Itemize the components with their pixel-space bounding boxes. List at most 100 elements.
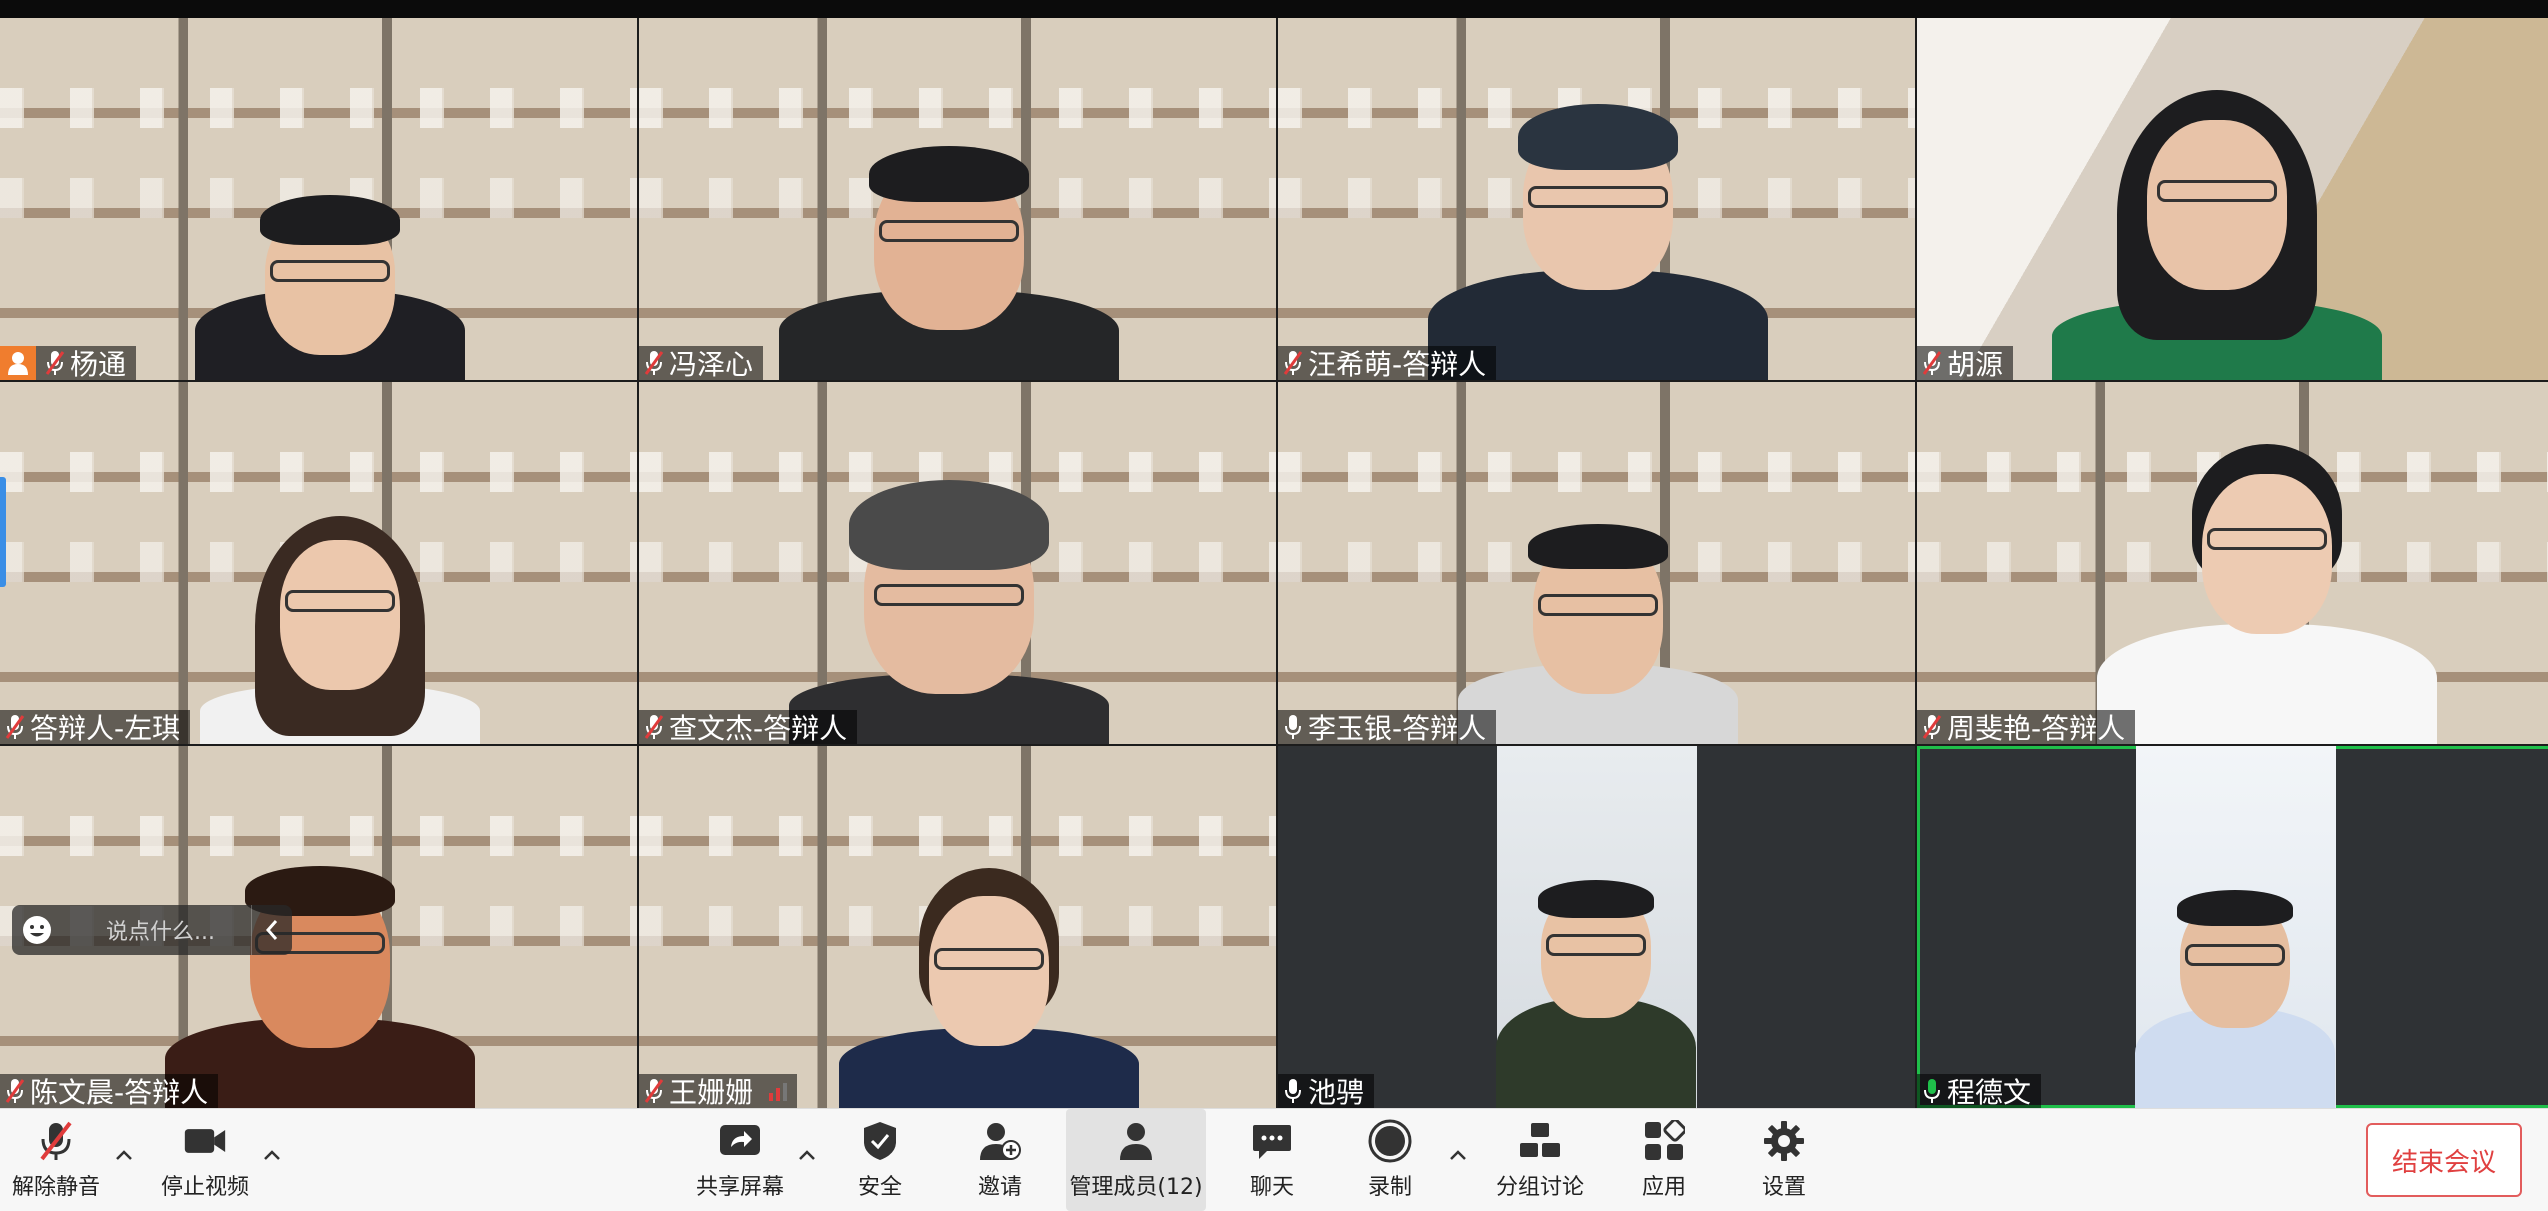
security-button[interactable]: 安全	[840, 1109, 920, 1211]
chat-label: 聊天	[1249, 1175, 1294, 1200]
participant-name-tag: 汪希萌-答辩人	[1278, 346, 1497, 380]
video-tile-zuo-qi[interactable]: 答辩人-左琪	[0, 382, 637, 744]
participant-name-tag: 陈文晨-答辩人	[0, 1074, 219, 1108]
apps-grid-icon	[1642, 1119, 1686, 1163]
video-tile-hu-yuan[interactable]: 胡源	[1917, 18, 2548, 380]
manage-members-button[interactable]: 管理成员(12)	[1066, 1109, 1206, 1211]
participant-name-tag: 胡源	[1917, 346, 2014, 380]
mic-icon	[1282, 1076, 1304, 1106]
weak-signal-icon	[769, 1081, 788, 1101]
stop-video-button[interactable]: 停止视频	[150, 1109, 260, 1211]
chevron-up-icon[interactable]	[112, 1143, 136, 1167]
share-screen-button[interactable]: 共享屏幕	[690, 1109, 790, 1211]
mic-muted-icon	[1921, 712, 1943, 742]
mic-icon	[1282, 712, 1304, 742]
apps-label: 应用	[1641, 1175, 1686, 1200]
meeting-toolbar: 解除静音 停止视频 共享屏幕 安全 邀请 管理成员(12) 聊天 录制 分组讨论…	[0, 1108, 2548, 1211]
participant-name-tag: 周斐艳-答辩人	[1917, 710, 2136, 744]
quick-chat-input[interactable]: 说点什么...	[12, 905, 292, 955]
mic-muted-icon	[643, 1076, 665, 1106]
settings-label: 设置	[1761, 1175, 1806, 1200]
chevron-up-icon[interactable]	[1446, 1143, 1470, 1167]
end-meeting-button[interactable]: 结束会议	[2366, 1123, 2522, 1197]
participant-name-tag: 冯泽心	[639, 346, 764, 380]
participant-name: 查文杰-答辩人	[669, 712, 848, 744]
video-tile-feng-zexin[interactable]: 冯泽心	[639, 18, 1276, 380]
participant-figure	[1418, 60, 1778, 380]
participant-figure	[2087, 424, 2447, 744]
breakout-rooms-button[interactable]: 分组讨论	[1490, 1109, 1590, 1211]
shelf-decoration	[0, 452, 637, 492]
mic-muted-icon	[34, 1119, 78, 1163]
mic-speaking-icon	[1921, 1076, 1943, 1106]
participant-figure	[2037, 50, 2397, 380]
chevron-left-icon[interactable]	[251, 905, 292, 955]
participant-name: 池骋	[1308, 1076, 1365, 1108]
manage-members-label: 管理成员(12)	[1069, 1175, 1203, 1200]
video-tile-wang-shanshan[interactable]: 王姗姗	[639, 746, 1276, 1108]
mic-muted-icon	[1282, 348, 1304, 378]
share-screen-icon	[718, 1119, 762, 1163]
chat-button[interactable]: 聊天	[1232, 1109, 1312, 1211]
video-tile-li-yuyin[interactable]: 李玉银-答辩人	[1278, 382, 1915, 744]
record-icon	[1368, 1119, 1412, 1163]
video-tile-chi-cheng[interactable]: 池骋	[1278, 746, 1915, 1108]
window-top-bar	[0, 0, 2548, 18]
chevron-up-icon[interactable]	[260, 1143, 284, 1167]
emoji-icon[interactable]	[12, 905, 62, 955]
invite-button[interactable]: 邀请	[960, 1109, 1040, 1211]
invite-label: 邀请	[977, 1175, 1022, 1200]
video-tile-zha-wenjie[interactable]: 查文杰-答辩人	[639, 382, 1276, 744]
record-label: 录制	[1367, 1175, 1412, 1200]
video-tile-yang-tong[interactable]: 杨通	[0, 18, 637, 380]
mic-muted-icon	[4, 712, 26, 742]
members-icon	[1114, 1119, 1158, 1163]
gear-icon	[1762, 1119, 1806, 1163]
mic-muted-icon	[643, 712, 665, 742]
participant-name: 汪希萌-答辩人	[1308, 348, 1487, 380]
participant-name-tag: 查文杰-答辩人	[639, 710, 858, 744]
participant-name-tag: 李玉银-答辩人	[1278, 710, 1497, 744]
apps-button[interactable]: 应用	[1624, 1109, 1704, 1211]
settings-button[interactable]: 设置	[1744, 1109, 1824, 1211]
video-gallery: 杨通 冯泽心 汪希萌-答辩人 胡源 答辩人-左琪 查文杰-答辩人 李玉银-答辩人…	[0, 18, 2548, 1108]
participant-figure	[180, 110, 480, 380]
participant-name: 李玉银-答辩人	[1308, 712, 1487, 744]
stop-video-label: 停止视频	[160, 1175, 249, 1200]
participant-figure	[1496, 838, 1696, 1108]
participant-name: 答辩人-左琪	[30, 712, 181, 744]
participant-name-tag: 程德文	[1917, 1074, 2042, 1108]
participant-name: 周斐艳-答辩人	[1947, 712, 2126, 744]
participant-name-tag: 答辩人-左琪	[0, 710, 191, 744]
host-icon	[0, 346, 36, 380]
participant-name-tag: 王姗姗	[639, 1074, 798, 1108]
participant-name: 陈文晨-答辩人	[30, 1076, 209, 1108]
participant-figure	[1448, 474, 1748, 744]
participant-name: 王姗姗	[669, 1076, 754, 1108]
video-tile-zhou-feiyan[interactable]: 周斐艳-答辩人	[1917, 382, 2548, 744]
breakout-rooms-label: 分组讨论	[1495, 1175, 1584, 1200]
video-camera-icon	[183, 1119, 227, 1163]
participant-figure	[829, 838, 1149, 1108]
chevron-up-icon[interactable]	[795, 1143, 819, 1167]
unmute-label: 解除静音	[11, 1175, 100, 1200]
audio-level-indicator	[0, 477, 6, 587]
video-tile-wang-ximeng[interactable]: 汪希萌-答辩人	[1278, 18, 1915, 380]
mic-muted-icon	[4, 1076, 26, 1106]
participant-name: 冯泽心	[669, 348, 754, 380]
shield-icon	[858, 1119, 902, 1163]
add-user-icon	[978, 1119, 1022, 1163]
participant-name-tag: 杨通	[0, 346, 137, 380]
record-button[interactable]: 录制	[1350, 1109, 1430, 1211]
participant-name-tag: 池骋	[1278, 1074, 1375, 1108]
participant-figure	[769, 80, 1129, 380]
share-screen-label: 共享屏幕	[695, 1175, 784, 1200]
unmute-button[interactable]: 解除静音	[10, 1109, 102, 1211]
mic-muted-icon	[44, 348, 66, 378]
participant-figure	[2135, 858, 2335, 1108]
mic-muted-icon	[1921, 348, 1943, 378]
participant-name: 程德文	[1947, 1076, 2032, 1108]
chat-placeholder: 说点什么...	[106, 920, 215, 945]
video-tile-cheng-dewen[interactable]: 程德文	[1917, 746, 2548, 1108]
breakout-rooms-icon	[1518, 1119, 1562, 1163]
